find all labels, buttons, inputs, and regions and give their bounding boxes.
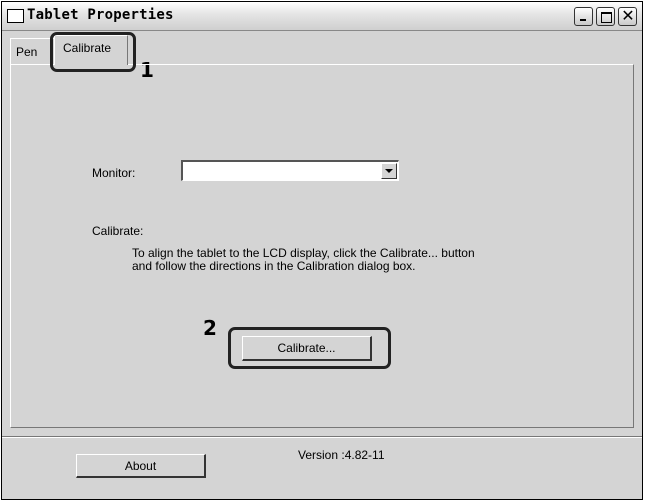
tab-pen[interactable]: Pen [10, 38, 54, 64]
title-bar[interactable]: Tablet Properties ✕ [2, 2, 642, 31]
close-icon: ✕ [621, 6, 635, 25]
minimize-button[interactable] [574, 7, 593, 26]
callout-box-1 [50, 32, 136, 72]
maximize-icon [601, 12, 612, 23]
about-button[interactable]: About [76, 454, 206, 478]
maximize-button[interactable] [596, 7, 615, 26]
tablet-properties-window: Tablet Properties ✕ Pen Calibrate 1 Moni… [1, 1, 643, 500]
minimize-icon [580, 19, 586, 21]
chevron-down-icon[interactable] [381, 163, 397, 179]
window-title: Tablet Properties [27, 7, 174, 23]
version-label: Version :4.82-11 [298, 448, 385, 462]
tab-pen-label: Pen [16, 45, 38, 59]
callout-number-2: 2 [203, 316, 217, 340]
monitor-label: Monitor: [92, 166, 136, 180]
window-icon [7, 9, 24, 23]
instructions-line-2: and follow the directions in the Calibra… [132, 259, 416, 273]
calibrate-instructions: To align the tablet to the LCD display, … [132, 247, 532, 273]
calibrate-section-label: Calibrate: [92, 224, 144, 238]
callout-box-2 [228, 327, 391, 369]
footer-divider [2, 436, 642, 438]
close-button[interactable]: ✕ [618, 6, 637, 26]
monitor-dropdown[interactable] [181, 160, 399, 181]
